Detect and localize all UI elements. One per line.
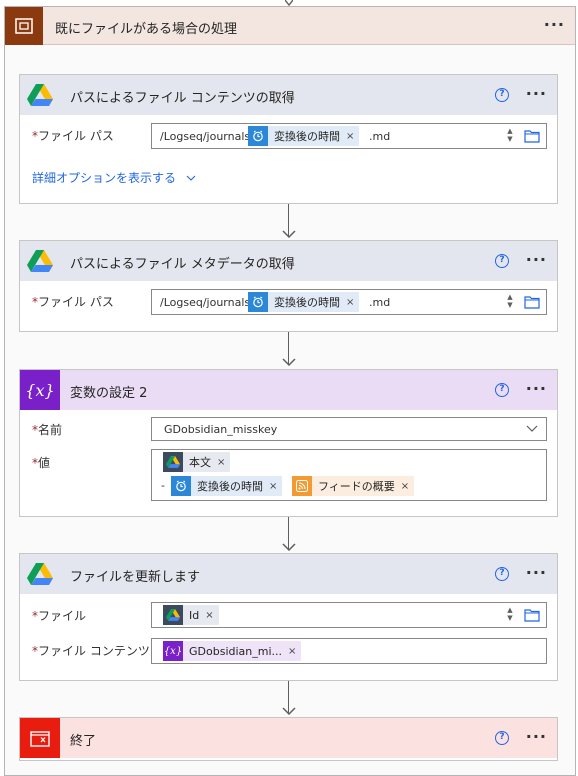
more-options-icon[interactable]: ··· — [526, 381, 547, 397]
remove-token-icon[interactable]: × — [401, 481, 414, 492]
spinner-icon[interactable]: ▲ ▼ — [504, 293, 516, 311]
help-icon[interactable]: ? — [495, 567, 509, 581]
file-label: *ファイル — [32, 609, 87, 623]
token-converted-time[interactable]: 変換後の時間 × — [248, 126, 360, 146]
card-title: ファイルを更新します — [70, 570, 201, 585]
token-label: 変換後の時間 — [274, 130, 340, 143]
google-drive-icon — [163, 605, 183, 625]
scope-more-icon[interactable]: ··· — [544, 17, 565, 33]
card-header[interactable]: 終了 ? ··· — [20, 718, 557, 758]
terminate-icon — [20, 718, 60, 758]
token-converted-time[interactable]: 変換後の時間 × — [171, 476, 283, 496]
remove-token-icon[interactable]: × — [217, 457, 230, 468]
path-suffix: .md — [369, 296, 391, 309]
card-header[interactable]: パスによるファイル コンテンツの取得 ? ··· — [20, 75, 557, 115]
token-label: GDobsidian_mi... — [189, 644, 283, 658]
file-path-field[interactable]: /Logseq/journals/ 変換後の時間 × .md ▲ ▼ — [151, 289, 547, 315]
separator-dash: - — [161, 479, 165, 492]
more-options-icon[interactable]: ··· — [526, 86, 547, 102]
folder-browse-icon[interactable] — [524, 295, 540, 309]
card-header[interactable]: {x} 変数の設定 2 ? ··· — [20, 370, 557, 410]
token-label: 変換後の時間 — [274, 296, 340, 309]
variable-icon: {x} — [20, 370, 60, 410]
path-prefix: /Logseq/journals/ — [160, 130, 254, 143]
card-header[interactable]: ファイルを更新します ? ··· — [20, 554, 557, 594]
spinner-icon[interactable]: ▲ ▼ — [504, 127, 516, 145]
variable-name-select[interactable]: GDobsidian_misskey — [151, 417, 547, 441]
scope-icon — [5, 7, 43, 45]
folder-browse-icon[interactable] — [524, 129, 540, 143]
remove-token-icon[interactable]: × — [205, 610, 218, 621]
token-label: 変換後の時間 — [197, 480, 263, 493]
action-get-file-content-by-path: パスによるファイル コンテンツの取得 ? ··· *ファイル パス /Logse… — [19, 74, 558, 204]
show-advanced-options-link[interactable]: 詳細オプションを表示する — [32, 169, 196, 186]
chevron-down-icon[interactable] — [526, 425, 538, 433]
folder-browse-icon[interactable] — [524, 608, 540, 622]
token-id[interactable]: Id × — [163, 605, 219, 625]
value-label: *値 — [32, 456, 51, 470]
clock-icon — [171, 476, 191, 496]
google-drive-icon — [20, 554, 60, 594]
variable-value-field[interactable]: 本文 × - 変換後の時間 × フィードの概要 × — [151, 449, 547, 501]
path-suffix: .md — [369, 130, 391, 143]
remove-token-icon[interactable]: × — [346, 131, 359, 142]
file-path-field[interactable]: /Logseq/journals/ 変換後の時間 × .md ▲ ▼ — [151, 123, 547, 149]
more-options-icon[interactable]: ··· — [526, 252, 547, 268]
path-prefix: /Logseq/journals/ — [160, 296, 254, 309]
name-label: *名前 — [32, 423, 63, 437]
token-label: フィードの概要 — [318, 480, 395, 493]
scope-title: 既にファイルがある場合の処理 — [55, 22, 238, 37]
help-icon[interactable]: ? — [495, 254, 509, 268]
spinner-icon[interactable]: ▲ ▼ — [504, 606, 516, 624]
connector-arrow-icon — [282, 543, 296, 551]
file-field[interactable]: Id × ▲ ▼ — [151, 602, 547, 628]
action-update-file: ファイルを更新します ? ··· *ファイル Id × ▲ ▼ *ファイル コンテ… — [19, 553, 558, 681]
connector-arrow-icon — [282, 230, 296, 238]
remove-token-icon[interactable]: × — [269, 481, 282, 492]
file-content-label: *ファイル コンテンツ — [32, 644, 150, 658]
card-title: パスによるファイル メタデータの取得 — [70, 257, 295, 272]
remove-token-icon[interactable]: × — [346, 297, 359, 308]
google-drive-icon — [163, 452, 183, 472]
connector-arrow-icon — [282, 358, 296, 366]
google-drive-icon — [20, 75, 60, 115]
card-header[interactable]: パスによるファイル メタデータの取得 ? ··· — [20, 241, 557, 281]
token-body[interactable]: 本文 × — [163, 452, 231, 472]
action-terminate: 終了 ? ··· — [19, 717, 558, 761]
action-get-file-metadata-by-path: パスによるファイル メタデータの取得 ? ··· *ファイル パス /Logse… — [19, 240, 558, 332]
token-feed-summary[interactable]: フィードの概要 × — [292, 476, 415, 496]
card-title: 終了 — [70, 734, 97, 749]
token-variable[interactable]: {x} GDobsidian_mi... × — [163, 641, 302, 661]
clock-icon — [248, 126, 268, 146]
action-set-variable-2: {x} 変数の設定 2 ? ··· *名前 GDobsidian_misskey… — [19, 369, 558, 517]
help-icon[interactable]: ? — [495, 88, 509, 102]
clock-icon — [248, 292, 268, 312]
rss-icon — [292, 476, 312, 496]
selected-variable-name: GDobsidian_misskey — [164, 423, 278, 436]
file-path-label: *ファイル パス — [32, 295, 114, 309]
chevron-down-icon — [186, 175, 196, 181]
token-label: Id — [189, 608, 200, 622]
remove-token-icon[interactable]: × — [288, 646, 301, 657]
card-title: 変数の設定 2 — [70, 386, 148, 401]
scope-header[interactable]: 既にファイルがある場合の処理 ··· — [5, 7, 575, 45]
file-content-field[interactable]: {x} GDobsidian_mi... × — [151, 638, 547, 664]
file-path-label: *ファイル パス — [32, 129, 114, 143]
variable-icon: {x} — [163, 641, 183, 661]
help-icon[interactable]: ? — [495, 731, 509, 745]
google-drive-icon — [20, 241, 60, 281]
help-icon[interactable]: ? — [495, 383, 509, 397]
token-converted-time[interactable]: 変換後の時間 × — [248, 292, 360, 312]
more-options-icon[interactable]: ··· — [526, 729, 547, 745]
card-title: パスによるファイル コンテンツの取得 — [70, 91, 295, 106]
token-label: 本文 — [189, 456, 211, 469]
connector-arrow-icon — [282, 707, 296, 715]
more-options-icon[interactable]: ··· — [526, 565, 547, 581]
